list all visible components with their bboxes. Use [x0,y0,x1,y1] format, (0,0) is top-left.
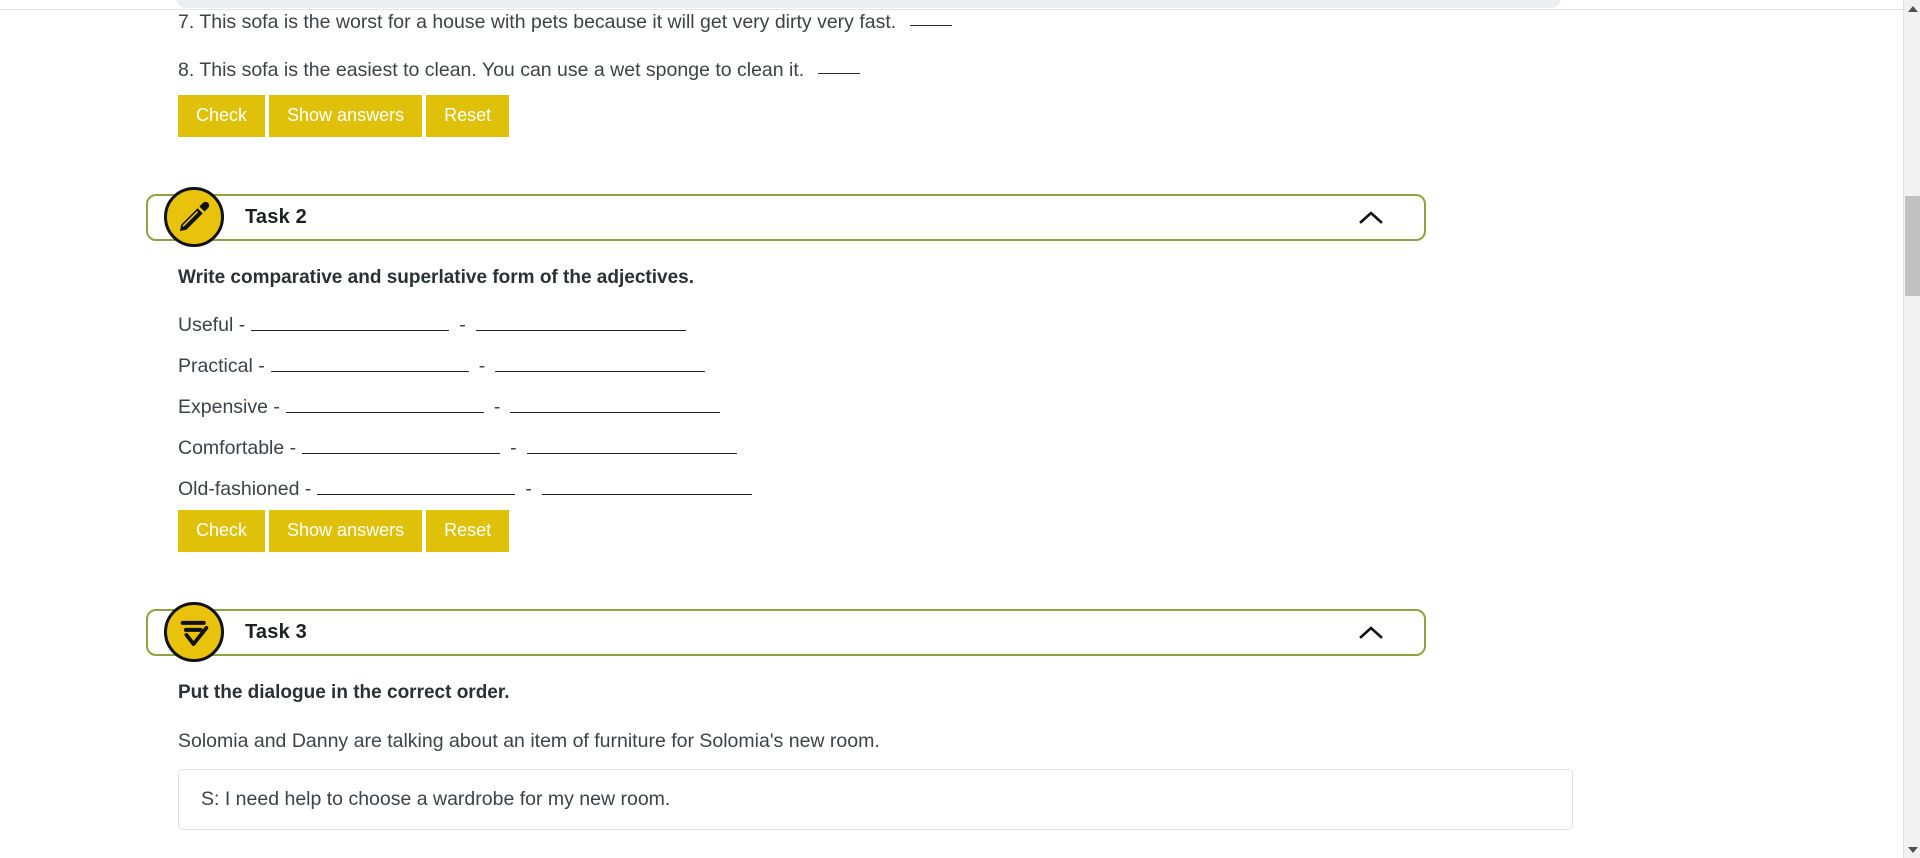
page-root: 7. This sofa is the worst for a house wi… [0,0,1920,858]
sort-order-icon [164,602,224,663]
task3-title: Task 3 [245,620,307,643]
task1-button-row: Check Show answers Reset [178,94,1718,137]
comparative-blank[interactable] [251,312,450,331]
question-item: 7. This sofa is the worst for a house wi… [178,10,1718,35]
show-answers-button[interactable]: Show answers [269,509,423,552]
adjective-label: Practical - [178,354,265,377]
superlative-blank[interactable] [526,435,737,454]
row-separator: - [478,354,486,377]
adjective-label: Comfortable - [178,436,297,459]
chevron-up-icon[interactable] [1358,208,1384,226]
adjective-row: Comfortable - - [178,435,1718,460]
show-answers-button[interactable]: Show answers [269,94,423,137]
task2-title: Task 2 [245,205,307,228]
adjective-label: Old-fashioned - [178,477,312,500]
adjective-row: Useful - - [178,312,1718,337]
chevron-up-icon[interactable] [1358,623,1384,641]
scroll-down-arrow[interactable] [1904,841,1920,858]
comparative-blank[interactable] [270,353,469,372]
task2-button-row: Check Show answers Reset [178,509,1718,552]
reset-button[interactable]: Reset [426,94,510,137]
task1-questions: 7. This sofa is the worst for a house wi… [178,10,1718,84]
superlative-blank[interactable] [495,353,706,372]
scroll-up-arrow[interactable] [1904,0,1920,17]
task3-header[interactable]: Task 3 [146,602,1426,663]
content-column: 7. This sofa is the worst for a house wi… [146,10,1718,830]
top-chrome-tab [176,0,1561,8]
adjective-row: Old-fashioned - - [178,476,1718,501]
scroll-thumb[interactable] [1905,196,1920,296]
dialogue-item-card[interactable]: S: I need help to choose a wardrobe for … [178,768,1573,830]
answer-blank[interactable] [910,12,953,26]
adjective-label: Useful - [178,313,246,336]
task2-prompt: Write comparative and superlative form o… [178,266,694,288]
adjective-row: Practical - - [178,353,1718,378]
question-text: 8. This sofa is the easiest to clean. Yo… [178,59,805,82]
comparative-blank[interactable] [317,476,516,495]
row-separator: - [510,436,517,459]
task3-prompt: Put the dialogue in the correct order. [178,681,510,703]
dialogue-line: S: I need help to choose a wardrobe for … [201,787,671,810]
top-chrome-strip [0,0,1920,9]
superlative-blank[interactable] [475,312,686,331]
task2-header[interactable]: Task 2 [146,187,1426,248]
comparative-blank[interactable] [285,394,484,413]
check-button[interactable]: Check [178,94,266,137]
row-separator: - [459,313,466,336]
adjective-row: Expensive - - [178,394,1718,419]
reset-button[interactable]: Reset [426,509,510,552]
scroll-content: 7. This sofa is the worst for a house wi… [0,10,1903,858]
comparative-blank[interactable] [302,435,501,454]
adjective-label: Expensive - [178,395,280,418]
row-separator: - [493,395,501,418]
question-item: 8. This sofa is the easiest to clean. Yo… [178,58,1718,83]
superlative-blank[interactable] [510,394,721,413]
vertical-scrollbar[interactable] [1903,0,1920,858]
pencil-icon [164,187,224,248]
task2-adjective-list: Useful - - Practical - - Expensive - - C… [178,312,1718,501]
question-text: 7. This sofa is the worst for a house wi… [178,11,897,33]
task3-intro: Solomia and Danny are talking about an i… [178,729,880,752]
superlative-blank[interactable] [541,476,752,495]
row-separator: - [525,477,532,500]
answer-blank[interactable] [818,60,861,75]
check-button[interactable]: Check [178,509,266,552]
